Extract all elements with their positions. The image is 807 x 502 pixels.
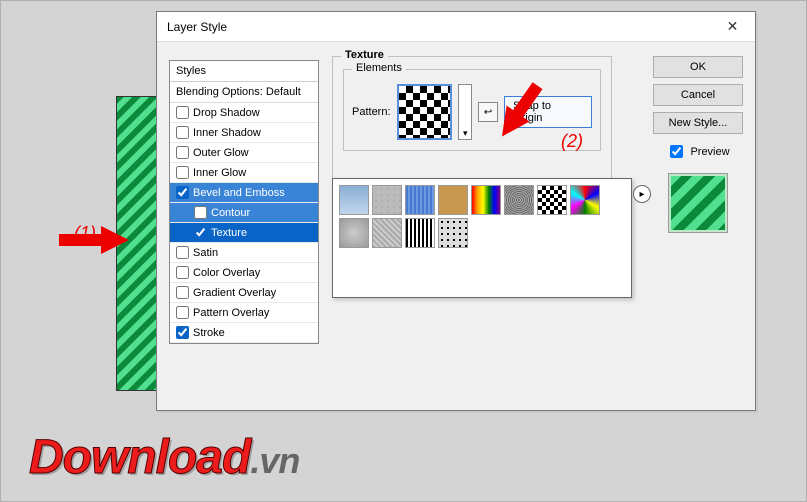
style-item-inner-shadow[interactable]: Inner Shadow — [170, 123, 318, 143]
pattern-swatch-item[interactable] — [372, 185, 402, 215]
style-item-pattern-overlay[interactable]: Pattern Overlay — [170, 303, 318, 323]
annotation-label-2: (2) — [561, 131, 583, 152]
pattern-swatch-grid — [339, 185, 625, 248]
style-item-outer-glow[interactable]: Outer Glow — [170, 143, 318, 163]
style-item-label: Contour — [211, 207, 250, 219]
styles-list-header[interactable]: Styles — [170, 61, 318, 82]
cancel-button[interactable]: Cancel — [653, 84, 743, 106]
close-icon: ✕ — [727, 18, 739, 35]
texture-checkbox[interactable] — [194, 226, 207, 239]
pattern-swatch-item[interactable] — [339, 218, 369, 248]
annotation-label-1: (1) — [74, 223, 96, 244]
swap-icon: ↩ — [484, 107, 492, 118]
style-item-label: Texture — [211, 227, 247, 239]
pattern-swatch[interactable] — [397, 84, 453, 140]
pattern-picker-flyout-button[interactable]: ▸ — [633, 185, 651, 203]
drop-shadow-checkbox[interactable] — [176, 106, 189, 119]
style-item-label: Stroke — [193, 327, 225, 339]
pattern-swatch-item[interactable] — [405, 185, 435, 215]
pattern-row: Pattern: ▾ ↩ Snap to Origin — [352, 84, 592, 140]
style-item-stroke[interactable]: Stroke — [170, 323, 318, 343]
elements-group-label: Elements — [352, 62, 406, 74]
layer-style-dialog: Layer Style ✕ Styles Blending Options: D… — [156, 11, 756, 411]
outer-glow-checkbox[interactable] — [176, 146, 189, 159]
preview-checkbox-row[interactable]: Preview — [653, 142, 743, 161]
style-item-label: Inner Shadow — [193, 127, 261, 139]
pattern-swatch-item[interactable] — [405, 218, 435, 248]
style-item-contour[interactable]: Contour — [170, 203, 318, 223]
inner-shadow-checkbox[interactable] — [176, 126, 189, 139]
preview-checkbox[interactable] — [670, 145, 683, 158]
preview-label: Preview — [690, 146, 729, 158]
style-item-label: Outer Glow — [193, 147, 249, 159]
style-item-label: Pattern Overlay — [193, 307, 269, 319]
flyout-icon: ▸ — [639, 189, 644, 200]
logo-main: Download — [29, 431, 250, 484]
pattern-swatch-item[interactable] — [339, 185, 369, 215]
texture-group-label: Texture — [341, 49, 388, 61]
pattern-swatch-item[interactable] — [438, 185, 468, 215]
pattern-swatch-item[interactable] — [438, 218, 468, 248]
blending-options-item[interactable]: Blending Options: Default — [170, 82, 318, 103]
dialog-title: Layer Style — [167, 20, 227, 34]
pattern-picker-popup: ▸ — [332, 178, 632, 298]
pattern-swatch-item[interactable] — [570, 185, 600, 215]
style-item-label: Color Overlay — [193, 267, 260, 279]
pattern-swatch-item[interactable] — [372, 218, 402, 248]
pattern-dropdown-button[interactable]: ▾ — [458, 84, 472, 140]
stroke-checkbox[interactable] — [176, 326, 189, 339]
bevel-emboss-checkbox[interactable] — [176, 186, 189, 199]
style-item-color-overlay[interactable]: Color Overlay — [170, 263, 318, 283]
chevron-down-icon: ▾ — [463, 128, 468, 139]
satin-checkbox[interactable] — [176, 246, 189, 259]
preview-thumbnail — [668, 173, 728, 233]
ok-button[interactable]: OK — [653, 56, 743, 78]
style-item-inner-glow[interactable]: Inner Glow — [170, 163, 318, 183]
style-item-label: Bevel and Emboss — [193, 187, 285, 199]
color-overlay-checkbox[interactable] — [176, 266, 189, 279]
watermark-logo: Download.vn — [29, 430, 299, 485]
pattern-swatch-item[interactable] — [537, 185, 567, 215]
style-item-satin[interactable]: Satin — [170, 243, 318, 263]
style-item-texture[interactable]: Texture — [170, 223, 318, 243]
snap-to-origin-button[interactable]: Snap to Origin — [504, 96, 592, 128]
close-button[interactable]: ✕ — [710, 12, 755, 42]
texture-settings-group: Texture Elements Pattern: ▾ ↩ Snap to Or… — [332, 56, 612, 186]
dialog-titlebar: Layer Style ✕ — [157, 12, 755, 42]
style-item-label: Satin — [193, 247, 218, 259]
style-item-label: Drop Shadow — [193, 107, 260, 119]
inner-glow-checkbox[interactable] — [176, 166, 189, 179]
styles-list-panel: Styles Blending Options: Default Drop Sh… — [169, 60, 319, 344]
pattern-label: Pattern: — [352, 106, 391, 118]
pattern-overlay-checkbox[interactable] — [176, 306, 189, 319]
style-item-gradient-overlay[interactable]: Gradient Overlay — [170, 283, 318, 303]
contour-checkbox[interactable] — [194, 206, 207, 219]
pattern-swatch-item[interactable] — [471, 185, 501, 215]
style-item-drop-shadow[interactable]: Drop Shadow — [170, 103, 318, 123]
pattern-swatch-item[interactable] — [504, 185, 534, 215]
style-item-label: Inner Glow — [193, 167, 246, 179]
style-item-bevel-emboss[interactable]: Bevel and Emboss — [170, 183, 318, 203]
logo-tld: .vn — [250, 440, 299, 481]
gradient-overlay-checkbox[interactable] — [176, 286, 189, 299]
dialog-body: Styles Blending Options: Default Drop Sh… — [157, 42, 755, 410]
snap-icon-button[interactable]: ↩ — [478, 102, 498, 122]
dialog-right-column: OK Cancel New Style... Preview — [653, 56, 743, 233]
style-item-label: Gradient Overlay — [193, 287, 276, 299]
new-style-button[interactable]: New Style... — [653, 112, 743, 134]
